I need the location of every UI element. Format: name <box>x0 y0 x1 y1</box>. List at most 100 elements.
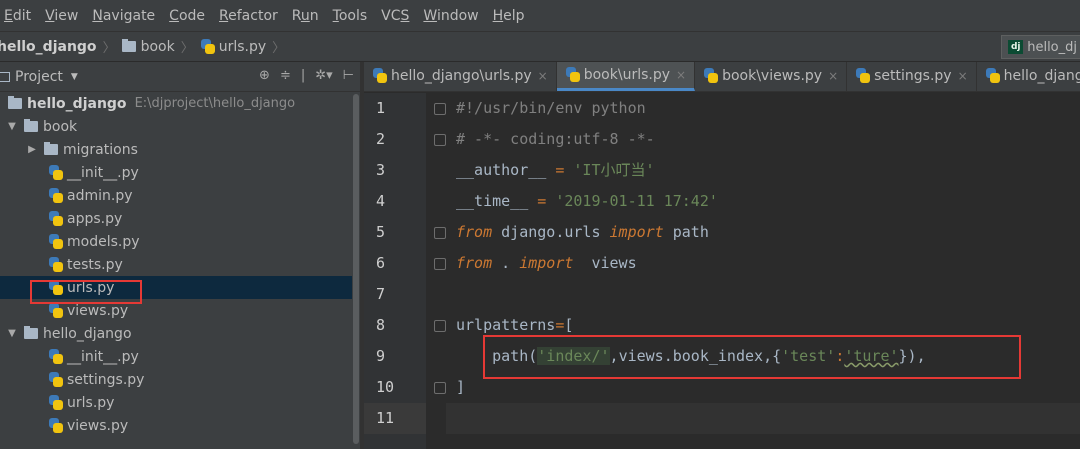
fold-column <box>426 93 446 449</box>
menu-edit[interactable]: Edit <box>4 8 31 24</box>
tree-item-label: book <box>43 118 78 135</box>
code-line-9: path('index/',views.book_index,{'test':'… <box>492 347 926 365</box>
close-icon[interactable]: × <box>828 69 838 83</box>
encoding-comment: # -*- coding:utf-8 -*- <box>456 130 655 148</box>
from-keyword: from <box>456 223 493 241</box>
code-line-4: __time__ = '2019-01-11 17:42' <box>446 186 1080 217</box>
code-editor[interactable]: #!/usr/bin/env python # -*- coding:utf-8… <box>446 93 1080 449</box>
line-number-current: 11 <box>364 403 426 434</box>
fold-marker-icon[interactable] <box>434 134 446 146</box>
fold-marker-icon[interactable] <box>434 320 446 332</box>
tree-item-book-views[interactable]: views.py <box>0 299 360 322</box>
close-icon[interactable]: × <box>676 68 686 82</box>
author-string: 'IT小叮当' <box>573 161 655 179</box>
code-line-2: # -*- coding:utf-8 -*- <box>446 124 1080 155</box>
python-file-icon <box>200 38 216 55</box>
tab-label: book\views.py <box>722 68 823 84</box>
code-line-6: from . import views <box>446 248 1080 279</box>
tree-item-apps[interactable]: apps.py <box>0 207 360 230</box>
menu-vcs[interactable]: VCS <box>381 8 409 24</box>
locate-target-icon[interactable]: ⊕ <box>259 68 270 83</box>
menu-refactor[interactable]: Refactor <box>219 8 278 24</box>
menu-tools[interactable]: Tools <box>333 8 368 24</box>
fold-marker-icon[interactable] <box>434 227 446 239</box>
editor-gutter[interactable]: 1 2 3 4 5 6 7 8 9 10 11 <box>364 93 426 449</box>
scrollbar-thumb[interactable] <box>353 94 359 444</box>
collapsed-arrow-icon[interactable]: ▶ <box>26 144 38 155</box>
python-file-icon <box>48 233 64 250</box>
tree-item-book-urls[interactable]: urls.py <box>0 276 360 299</box>
menu-window[interactable]: Window <box>423 8 478 24</box>
tree-item-label: views.py <box>67 302 129 319</box>
python-file-icon <box>855 68 871 84</box>
gear-icon[interactable]: ✲▾ <box>315 68 332 83</box>
menu-help[interactable]: Help <box>493 8 525 24</box>
run-configuration-selector[interactable]: dj hello_dj <box>1001 35 1080 59</box>
line-number: 10 <box>376 378 395 396</box>
tree-item-models[interactable]: models.py <box>0 230 360 253</box>
tab-settings[interactable]: settings.py × <box>847 62 977 91</box>
tree-item-label: views.py <box>67 417 129 434</box>
tab-hello-django-urls[interactable]: hello_django\urls.py × <box>364 62 557 91</box>
menu-code[interactable]: Code <box>169 8 205 24</box>
line-number: 2 <box>376 130 386 148</box>
tab-book-urls[interactable]: book\urls.py × <box>556 62 696 91</box>
menu-run[interactable]: Run <box>292 8 319 24</box>
dropdown-arrow-icon: ▼ <box>70 71 78 82</box>
tree-item-label: hello_django <box>43 325 132 342</box>
hide-panel-icon[interactable]: ⊢ <box>343 68 354 83</box>
line-number: 8 <box>376 316 386 334</box>
divider: | <box>300 68 306 83</box>
tree-item-tests[interactable]: tests.py <box>0 253 360 276</box>
close-icon[interactable]: × <box>538 69 548 83</box>
tree-item-pkg-views[interactable]: views.py <box>0 414 360 437</box>
breadcrumb-file[interactable]: urls.py <box>200 38 266 55</box>
project-view-selector[interactable]: Project ▼ <box>0 69 78 85</box>
python-file-icon <box>48 164 64 181</box>
fold-marker-icon[interactable] <box>434 103 446 115</box>
tree-item-label: tests.py <box>67 256 123 273</box>
menu-bar: Edit View Navigate Code Refactor Run Too… <box>0 0 1080 32</box>
python-file-icon <box>48 371 64 388</box>
tree-item-pkg-init[interactable]: __init__.py <box>0 345 360 368</box>
menu-navigate[interactable]: Navigate <box>92 8 155 24</box>
python-file-icon <box>48 394 64 411</box>
collapse-all-icon[interactable]: ≑ <box>280 68 291 83</box>
breadcrumb-book[interactable]: book <box>121 39 175 55</box>
close-icon[interactable]: × <box>958 69 968 83</box>
python-file-icon <box>48 279 64 296</box>
tree-item-hello-django-package[interactable]: ▼ hello_django <box>0 322 360 345</box>
tree-item-admin[interactable]: admin.py <box>0 184 360 207</box>
tree-item-settings[interactable]: settings.py <box>0 368 360 391</box>
folder-icon <box>8 96 22 109</box>
fold-marker-icon[interactable] <box>434 258 446 270</box>
dict-colon: : <box>835 347 845 365</box>
tab-book-views[interactable]: book\views.py × <box>695 62 848 91</box>
python-file-icon <box>565 66 581 83</box>
expanded-arrow-icon[interactable]: ▼ <box>6 328 18 339</box>
tree-item-migrations[interactable]: ▶ migrations <box>0 138 360 161</box>
breadcrumb-project[interactable]: hello_django <box>0 39 97 55</box>
tree-item-label: apps.py <box>67 210 123 227</box>
project-panel-header: Project ▼ ⊕ ≑ | ✲▾ ⊢ <box>0 62 360 92</box>
tree-item-book-init[interactable]: __init__.py <box>0 161 360 184</box>
tree-item-label: admin.py <box>67 187 133 204</box>
fold-marker-icon[interactable] <box>434 382 446 394</box>
expanded-arrow-icon[interactable]: ▼ <box>6 121 18 132</box>
tab-hello-django-views[interactable]: hello_django\ <box>977 62 1080 91</box>
menu-view[interactable]: View <box>45 8 78 24</box>
project-scrollbar[interactable] <box>352 92 360 449</box>
assign-operator: = <box>546 161 574 179</box>
tab-label: hello_django\urls.py <box>391 68 532 84</box>
chevron-right-icon: 〉 <box>180 41 194 56</box>
run-configuration-label: hello_dj <box>1027 39 1077 55</box>
shebang-comment: #!/usr/bin/env python <box>456 99 646 117</box>
close-bracket: ] <box>456 378 466 396</box>
code-line-8: urlpatterns=[ <box>446 310 1080 341</box>
tree-item-project-root[interactable]: hello_django E:\djproject\hello_django <box>0 92 360 115</box>
from-keyword: from <box>456 254 493 272</box>
chevron-right-icon: 〉 <box>272 41 286 56</box>
tree-item-pkg-urls[interactable]: urls.py <box>0 391 360 414</box>
tree-item-book[interactable]: ▼ book <box>0 115 360 138</box>
